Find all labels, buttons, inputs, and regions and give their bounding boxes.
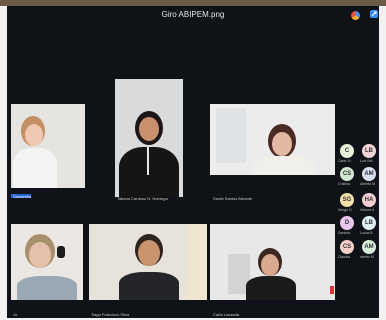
participant-face bbox=[139, 117, 159, 141]
participant-name: Tiago Francisco Silva bbox=[91, 312, 130, 317]
participant-body bbox=[254, 156, 314, 175]
avatar-name: Cristina bbox=[338, 182, 350, 186]
avatar[interactable]: CS bbox=[340, 240, 354, 254]
expand-icon[interactable] bbox=[370, 10, 378, 18]
avatar[interactable]: CS bbox=[340, 167, 354, 181]
participant-face bbox=[261, 254, 279, 276]
avatar[interactable]: AM bbox=[362, 240, 376, 254]
avatar-name: Daniela bbox=[338, 231, 350, 235]
participant-body bbox=[246, 276, 296, 300]
avatar[interactable]: HA bbox=[362, 193, 376, 207]
participant-name: Carla Lousada bbox=[213, 312, 240, 317]
avatar-name: Carla Vl. bbox=[338, 159, 352, 163]
participant-name: Samantha bbox=[13, 194, 32, 199]
window-background bbox=[187, 224, 207, 300]
avatar-name: Alberto M bbox=[360, 182, 375, 186]
headset-icon bbox=[57, 246, 65, 258]
participant-name: Sarah Santos Abrante bbox=[213, 196, 253, 201]
avatar-name: Sérgio G bbox=[338, 208, 352, 212]
participant-body bbox=[17, 276, 77, 300]
participant-tile[interactable] bbox=[210, 104, 335, 175]
participant-face bbox=[138, 240, 160, 266]
meeting-window: Giro ABIPEM.png Samantha Tatiana Cardoso… bbox=[7, 6, 379, 318]
avatar-name: Luiz Bel. bbox=[360, 159, 374, 163]
avatar[interactable]: LB bbox=[362, 144, 376, 158]
participant-name: Tatiana Cardoso N. Nobrega bbox=[117, 196, 168, 201]
avatar[interactable]: SG bbox=[340, 193, 354, 207]
red-object bbox=[330, 286, 334, 294]
participant-name: Jo bbox=[13, 312, 18, 317]
participant-face bbox=[272, 132, 292, 156]
participant-face bbox=[25, 124, 43, 146]
avatar-name: aberto M bbox=[360, 255, 374, 259]
avatar[interactable]: AM bbox=[362, 167, 376, 181]
avatar[interactable]: D bbox=[340, 216, 354, 230]
participant-tile[interactable] bbox=[115, 79, 183, 197]
app-logo-icon bbox=[351, 11, 360, 20]
window-background bbox=[216, 108, 246, 163]
lanyard bbox=[147, 147, 149, 175]
avatar[interactable]: LB bbox=[362, 216, 376, 230]
participant-face bbox=[29, 242, 51, 268]
participant-body bbox=[13, 148, 57, 188]
avatar-name: Claudia bbox=[338, 255, 350, 259]
avatar[interactable]: C bbox=[340, 144, 354, 158]
participant-tile[interactable] bbox=[11, 224, 83, 300]
avatar-name: Lucas B bbox=[360, 231, 373, 235]
title-bar: Giro ABIPEM.png bbox=[7, 6, 379, 24]
participant-body bbox=[119, 147, 179, 197]
window-title: Giro ABIPEM.png bbox=[161, 10, 225, 19]
participant-tile[interactable] bbox=[210, 224, 335, 300]
avatar-name: Helena A bbox=[360, 208, 375, 212]
participant-tile[interactable] bbox=[11, 104, 85, 188]
participant-body bbox=[119, 272, 179, 300]
participant-tile[interactable] bbox=[89, 224, 207, 300]
